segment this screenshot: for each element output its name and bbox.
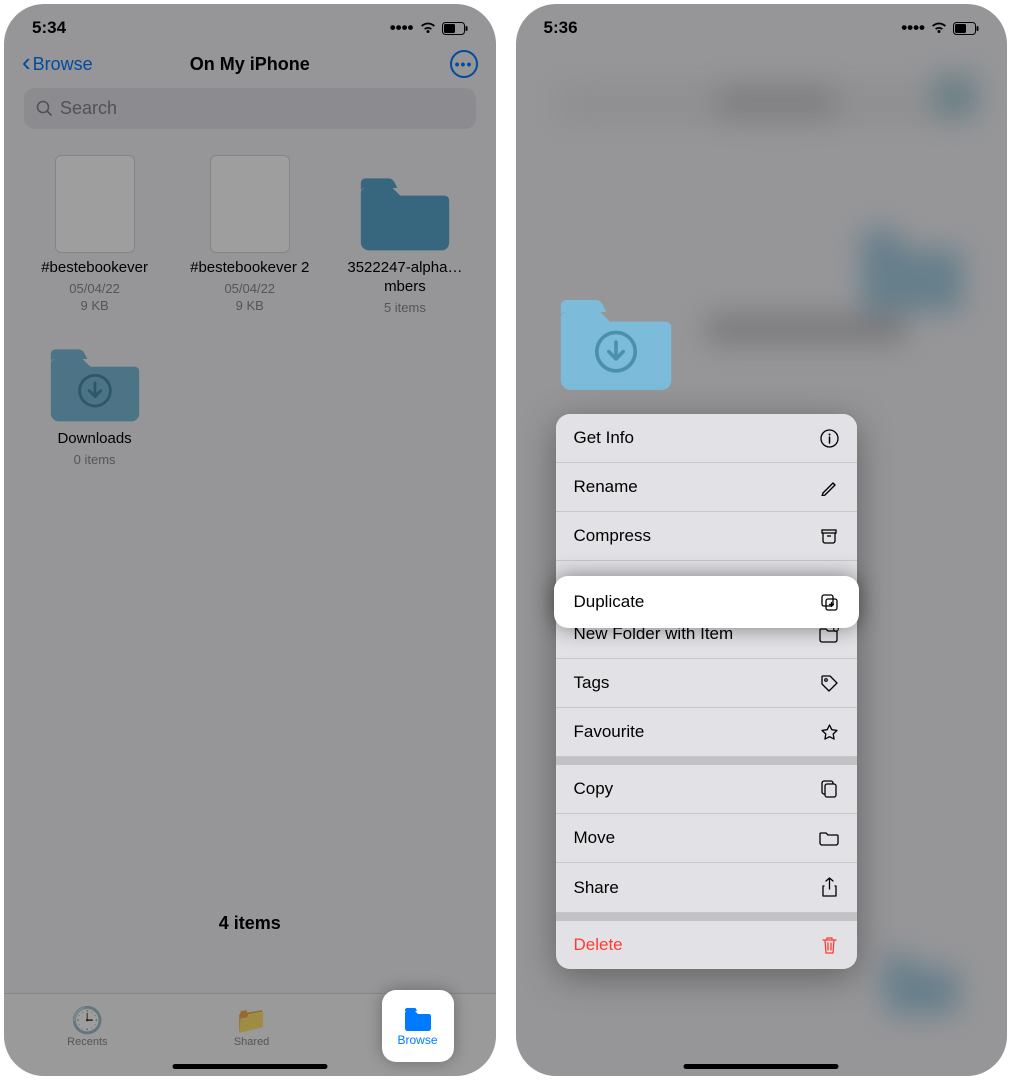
menu-compress[interactable]: Compress xyxy=(556,512,858,561)
back-label: Browse xyxy=(33,54,93,75)
search-icon xyxy=(36,100,53,117)
tab-shared[interactable]: 📁 Shared xyxy=(234,1006,269,1048)
context-menu: Get Info Rename Compress Duplicate New F… xyxy=(556,414,858,969)
battery-icon xyxy=(953,22,979,35)
tab-recents[interactable]: 🕒 Recents xyxy=(67,1006,107,1048)
cellular-icon: •••• xyxy=(390,18,414,38)
home-indicator[interactable] xyxy=(172,1064,327,1069)
home-indicator[interactable] xyxy=(684,1064,839,1069)
wifi-icon xyxy=(419,21,437,35)
menu-duplicate-highlighted[interactable]: Duplicate xyxy=(554,576,860,628)
status-time: 5:34 xyxy=(32,18,66,38)
trash-icon xyxy=(819,936,839,955)
selected-folder[interactable] xyxy=(556,294,676,390)
menu-move[interactable]: Move xyxy=(556,814,858,863)
status-indicators: •••• xyxy=(390,18,468,38)
menu-separator xyxy=(556,913,858,921)
status-time: 5:36 xyxy=(544,18,578,38)
menu-copy[interactable]: Copy xyxy=(556,765,858,814)
pencil-icon xyxy=(819,478,839,496)
share-icon xyxy=(819,877,839,898)
folder-icon xyxy=(47,344,143,422)
file-item[interactable]: Downloads 0 items xyxy=(22,326,167,469)
menu-delete[interactable]: Delete xyxy=(556,921,858,969)
search-input[interactable]: Search xyxy=(24,88,476,129)
more-button[interactable]: ••• xyxy=(450,50,478,78)
status-indicators: •••• xyxy=(901,18,979,38)
item-count: 4 items xyxy=(4,901,496,946)
menu-rename[interactable]: Rename xyxy=(556,463,858,512)
document-icon xyxy=(210,155,290,253)
document-icon xyxy=(55,155,135,253)
status-bar: 5:36 •••• xyxy=(516,4,1008,44)
folder-icon xyxy=(819,830,839,846)
battery-icon xyxy=(442,22,468,35)
menu-share[interactable]: Share xyxy=(556,863,858,913)
folder-icon xyxy=(357,173,453,251)
screen-context-menu: 5:36 •••• Get Info Rename Compress xyxy=(516,4,1008,1076)
duplicate-icon xyxy=(820,593,839,612)
menu-get-info[interactable]: Get Info xyxy=(556,414,858,463)
nav-bar: ‹ Browse On My iPhone ••• xyxy=(4,44,496,88)
screen-browse: 5:34 •••• ‹ Browse On My iPhone ••• Sear… xyxy=(4,4,496,1076)
ellipsis-icon: ••• xyxy=(455,56,473,72)
search-placeholder: Search xyxy=(60,98,117,119)
file-item[interactable]: #bestebookever 2 05/04/22 9 KB xyxy=(177,155,322,316)
menu-separator xyxy=(556,757,858,765)
wifi-icon xyxy=(930,21,948,35)
status-bar: 5:34 •••• xyxy=(4,4,496,44)
cellular-icon: •••• xyxy=(901,18,925,38)
back-button[interactable]: ‹ Browse xyxy=(22,50,93,78)
folder-plus-icon xyxy=(819,626,839,643)
tab-browse-highlighted[interactable]: Browse xyxy=(382,990,454,1062)
shared-folder-icon: 📁 xyxy=(235,1006,267,1034)
menu-tags[interactable]: Tags xyxy=(556,659,858,708)
star-icon xyxy=(819,723,839,742)
clock-icon: 🕒 xyxy=(71,1006,103,1034)
file-grid: #bestebookever 05/04/22 9 KB #bestebooke… xyxy=(4,145,496,479)
chevron-left-icon: ‹ xyxy=(22,47,31,78)
copy-icon xyxy=(819,779,839,799)
tag-icon xyxy=(819,674,839,693)
file-item[interactable]: #bestebookever 05/04/22 9 KB xyxy=(22,155,167,316)
file-item[interactable]: 3522247-alpha…mbers 5 items xyxy=(332,155,477,316)
info-icon xyxy=(819,429,839,448)
menu-favourite[interactable]: Favourite xyxy=(556,708,858,757)
folder-icon xyxy=(403,1006,433,1032)
archive-icon xyxy=(819,527,839,545)
